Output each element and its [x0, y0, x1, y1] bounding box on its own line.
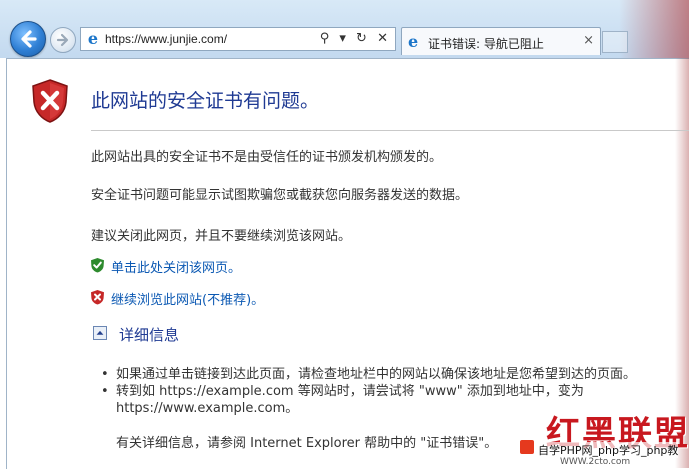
toolbar-decoration [619, 0, 689, 58]
watermark-footer: WWW.2cto.com [560, 457, 631, 467]
back-button[interactable] [10, 21, 46, 57]
help-text: 有关详细信息，请参阅 Internet Explorer 帮助中的 "证书错误"… [116, 436, 498, 451]
shield-check-icon [91, 258, 104, 273]
refresh-icon[interactable]: ↻ [356, 31, 370, 46]
url-text[interactable]: https://www.junjie.com/ [105, 32, 227, 46]
bullet-text: 如果通过单击链接到达此页面，请检查地址栏中的网站以确保该地址是您希望到达的页面。 [116, 367, 637, 382]
address-tools: ⚲ ▾ ↻ ✕ [320, 31, 391, 46]
tab-title: 证书错误: 导航已阻止 [428, 37, 544, 51]
more-info-label[interactable]: 详细信息 [119, 324, 179, 345]
continue-link[interactable]: 继续浏览此网站(不推荐)。 [111, 289, 264, 308]
bullet-text: https://www.example.com。 [116, 401, 299, 416]
close-page-link[interactable]: 单击此处关闭该网页。 [111, 257, 241, 276]
page-title: 此网站的安全证书有问题。 [91, 90, 320, 112]
watermark-text: 自学PHP网_php学习_php教 [538, 442, 679, 458]
message-recommendation: 建议关闭此网页，并且不要继续浏览该网站。 [91, 229, 352, 244]
collapse-icon[interactable] [93, 326, 107, 340]
close-tab-icon[interactable]: × [583, 33, 594, 48]
message-risk: 安全证书问题可能显示试图欺骗您或截获您向服务器发送的数据。 [91, 188, 469, 203]
bullet-dot: • [101, 384, 109, 399]
list-item: • 转到如 https://example.com 等网站时，请尝试将 "www… [101, 383, 636, 400]
shield-error-icon [32, 79, 68, 123]
divider [91, 130, 689, 131]
stop-icon[interactable]: ✕ [377, 31, 391, 46]
shield-x-icon [91, 290, 104, 305]
list-item: • 如果通过单击链接到达此页面，请检查地址栏中的网站以确保该地址是您希望到达的页… [101, 366, 637, 383]
ie-logo-icon: e [87, 29, 99, 48]
watermark-mark [520, 440, 534, 454]
browser-toolbar: e https://www.junjie.com/ ⚲ ▾ ↻ ✕ e 证书错误… [0, 0, 689, 58]
search-icon[interactable]: ⚲ [320, 31, 333, 46]
address-bar[interactable]: e https://www.junjie.com/ ⚲ ▾ ↻ ✕ [80, 27, 396, 51]
tab-certificate-error[interactable]: e 证书错误: 导航已阻止 × [401, 27, 601, 55]
new-tab-button[interactable] [602, 31, 628, 53]
bullet-text: 转到如 https://example.com 等网站时，请尝试将 "www" … [116, 384, 584, 399]
dropdown-icon[interactable]: ▾ [339, 31, 349, 46]
message-untrusted-cert: 此网站出具的安全证书不是由受信任的证书颁发机构颁发的。 [91, 150, 443, 165]
arrow-left-icon [21, 30, 37, 48]
ie-logo-icon: e [408, 32, 419, 51]
forward-button[interactable] [50, 27, 76, 53]
arrow-right-icon [56, 33, 69, 47]
bullet-dot: • [101, 367, 109, 382]
